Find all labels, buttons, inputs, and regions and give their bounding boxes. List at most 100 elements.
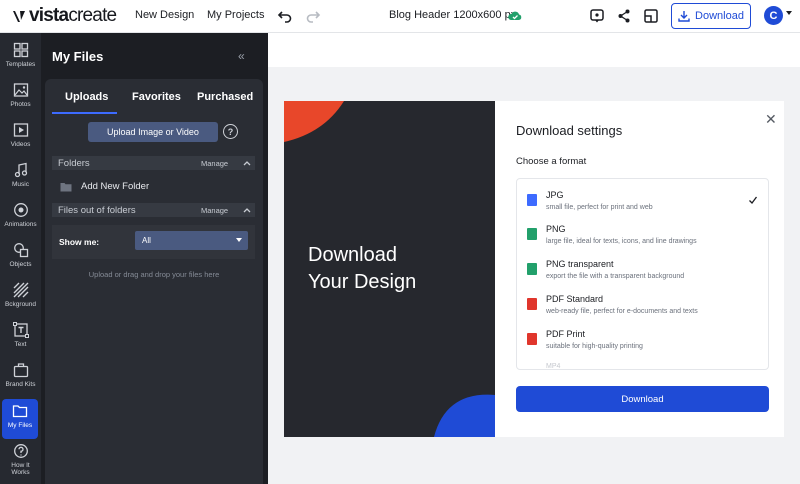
download-button-label: Download [695,10,744,22]
format-name: PDF Print [546,329,586,339]
folder-icon [60,182,72,191]
rail-item-brand-kits[interactable]: Brand Kits [0,358,41,398]
format-desc: large file, ideal for texts, icons, and … [546,238,697,245]
help-icon[interactable]: ? [223,124,238,139]
rail-label: Bckground [4,301,37,308]
checkmark-icon [749,196,758,204]
nav-my-projects[interactable]: My Projects [207,9,264,21]
format-option-jpg[interactable]: JPG small file, perfect for print and we… [517,185,768,219]
text-icon [12,322,29,338]
rail-label: Text [14,341,27,348]
format-option-mp4-partial: MP4 [546,363,561,370]
logo-mark-icon [13,11,25,22]
download-button[interactable]: Download [671,3,751,29]
chevron-down-icon [236,238,242,242]
drop-hint: Upload or drag and drop your files here [88,270,220,279]
rail-item-videos[interactable]: Videos [0,118,41,158]
logo-text-bold: vista [29,5,69,26]
show-me-select[interactable]: All [135,231,248,250]
comment-icon[interactable] [589,8,605,24]
panel-title: My Files [52,49,104,64]
png-transparent-file-icon [527,263,537,275]
design-preview[interactable]: Download Your Design [284,101,495,437]
rail-item-templates[interactable]: Templates [0,38,41,78]
format-name: PDF Standard [546,294,604,304]
vistacreate-logo[interactable]: vistacreate [11,5,117,27]
tab-favorites[interactable]: Favorites [132,91,181,103]
format-option-png-transparent[interactable]: PNG transparent export the file with a t… [517,254,768,288]
folders-section-label: Folders [58,157,90,169]
format-option-pdf-print[interactable]: PDF Print suitable for high-quality prin… [517,324,768,358]
chevron-up-icon[interactable] [242,205,252,215]
png-file-icon [527,228,537,240]
videos-icon [13,123,28,137]
format-name: JPG [546,190,564,200]
rail-label: How It Works [11,462,30,476]
folders-manage-link[interactable]: Manage [201,159,228,168]
accent-shape-top [284,101,344,142]
rail-label: Brand Kits [5,381,36,388]
logo-text-light: create [68,5,117,26]
how-it-works-icon [13,444,28,458]
chevron-up-icon[interactable] [242,158,252,168]
close-icon[interactable]: ✕ [765,111,777,128]
design-headline-line-2: Your Design [308,271,417,293]
chevron-down-icon[interactable] [786,11,792,16]
background-icon [13,282,28,298]
tab-uploads[interactable]: Uploads [65,91,108,103]
rail-label: Music [12,181,29,188]
dialog-title: Download settings [516,123,623,138]
avatar[interactable]: C [764,6,783,25]
rail-item-my-files[interactable]: My Files [2,399,38,439]
loose-files-section-label: Files out of folders [58,204,136,216]
music-icon [14,162,27,178]
format-desc: export the file with a transparent backg… [546,273,685,280]
photos-icon [13,83,28,97]
format-name: PNG [546,224,566,234]
nav-new-design[interactable]: New Design [135,9,194,21]
show-me-label: Show me: [59,237,100,247]
add-folder-button[interactable]: Add New Folder [60,181,149,192]
collapse-panel-icon[interactable]: « [238,49,245,63]
format-desc: web-ready file, perfect for e-documents … [546,308,698,315]
upload-button[interactable]: Upload Image or Video [88,122,218,142]
format-option-png[interactable]: PNG large file, ideal for texts, icons, … [517,219,768,253]
format-desc: suitable for high-quality printing [546,343,643,350]
rail-item-photos[interactable]: Photos [0,78,41,118]
resize-icon[interactable] [643,8,659,24]
tab-purchased[interactable]: Purchased [197,91,253,103]
redo-icon[interactable] [305,8,321,24]
pdf-print-file-icon [527,333,537,345]
rail-label: Photos [10,101,31,108]
rail-label: Templates [5,61,36,68]
rail-label: Videos [10,141,31,148]
share-icon[interactable] [616,8,632,24]
document-title[interactable]: Blog Header 1200x600 px [389,9,516,21]
loose-files-section-header: Files out of folders Manage [52,203,255,217]
folders-section-header: Folders Manage [52,156,255,170]
loose-files-manage-link[interactable]: Manage [201,206,228,215]
format-option-pdf-standard[interactable]: PDF Standard web-ready file, perfect for… [517,289,768,323]
undo-icon[interactable] [277,8,293,24]
dialog-download-button[interactable]: Download [516,386,769,412]
rail-label: Animations [4,221,37,228]
rail-item-background[interactable]: Bckground [0,278,41,318]
templates-icon [13,42,28,58]
objects-icon [13,243,28,258]
accent-shape-bottom [434,394,495,437]
files-panel-body: Uploads Favorites Purchased Upload Image… [45,79,263,484]
active-tab-indicator [52,112,117,114]
jpg-file-icon [527,194,537,206]
rail-item-text[interactable]: Text [0,318,41,358]
pdf-file-icon [527,298,537,310]
rail-item-how-it-works[interactable]: How It Works [0,439,41,479]
download-icon [678,11,690,22]
dialog-subtitle: Choose a format [516,156,587,167]
rail-item-animations[interactable]: Animations [0,198,41,238]
design-headline-line-1: Download [308,244,397,266]
add-folder-label: Add New Folder [81,181,150,192]
rail-item-music[interactable]: Music [0,158,41,198]
brand-kits-icon [13,363,28,378]
cloud-saved-icon [508,11,522,20]
rail-item-objects[interactable]: Objects [0,238,41,278]
